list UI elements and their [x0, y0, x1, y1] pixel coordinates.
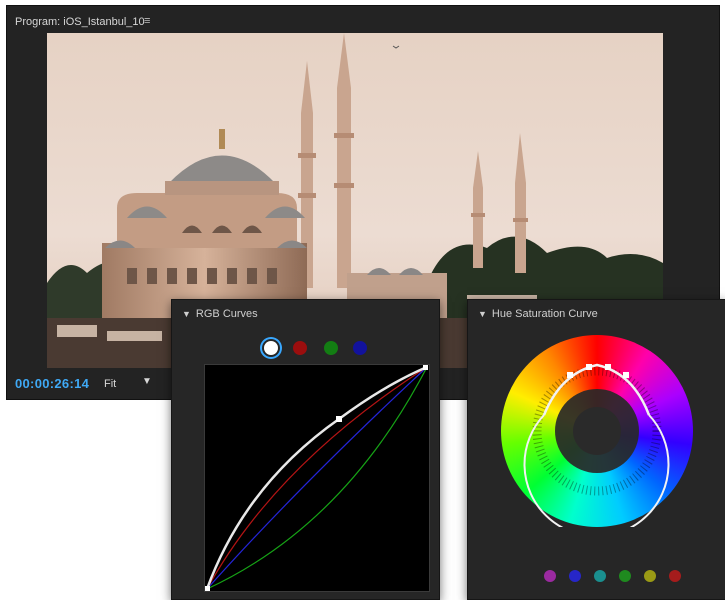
master-channel-button[interactable] — [264, 341, 278, 355]
red-channel-button[interactable] — [293, 341, 307, 355]
blue-curve — [206, 366, 428, 590]
rgb-curves-panel: ▼ RGB Curves — [171, 299, 440, 600]
program-monitor-title: Program: iOS_Istanbul_10 — [15, 16, 145, 28]
curve-graph[interactable] — [204, 364, 430, 592]
hue-wheel[interactable] — [501, 335, 693, 527]
green-dot[interactable] — [619, 570, 631, 582]
hue-point-3[interactable] — [605, 364, 611, 370]
collapse-icon[interactable]: ▼ — [478, 309, 487, 319]
hue-saturation-panel: ▼ Hue Saturation Curve — [467, 299, 725, 600]
playhead-timecode[interactable]: 00:00:26:14 — [15, 376, 89, 391]
green-curve — [206, 366, 428, 590]
yellow-dot[interactable] — [644, 570, 656, 582]
red-dot[interactable] — [669, 570, 681, 582]
hue-saturation-header[interactable]: ▼ Hue Saturation Curve — [478, 308, 598, 320]
curve-endpoint-top[interactable] — [423, 365, 428, 370]
hue-point-4[interactable] — [623, 372, 629, 378]
rgb-curves-title: RGB Curves — [195, 308, 258, 320]
blue-channel-button[interactable] — [353, 341, 367, 355]
hue-point-2[interactable] — [586, 364, 592, 370]
green-channel-button[interactable] — [324, 341, 338, 355]
zoom-select[interactable]: Fit — [104, 378, 116, 390]
blue-dot[interactable] — [569, 570, 581, 582]
cyan-dot[interactable] — [594, 570, 606, 582]
purple-dot[interactable] — [544, 570, 556, 582]
hue-point-1[interactable] — [567, 372, 573, 378]
curve-lines — [205, 365, 428, 591]
curve-control-point[interactable] — [336, 416, 342, 422]
panel-menu-icon[interactable]: ≡ — [144, 15, 150, 27]
red-curve — [206, 366, 428, 590]
collapse-icon[interactable]: ▼ — [182, 309, 191, 319]
zoom-dropdown-icon[interactable]: ▼ — [142, 376, 152, 387]
rgb-curves-header[interactable]: ▼ RGB Curves — [182, 308, 258, 320]
master-curve — [205, 365, 428, 590]
curve-endpoint-bottom[interactable] — [205, 586, 210, 591]
saturation-curve — [523, 363, 670, 527]
hue-saturation-title: Hue Saturation Curve — [491, 308, 598, 320]
